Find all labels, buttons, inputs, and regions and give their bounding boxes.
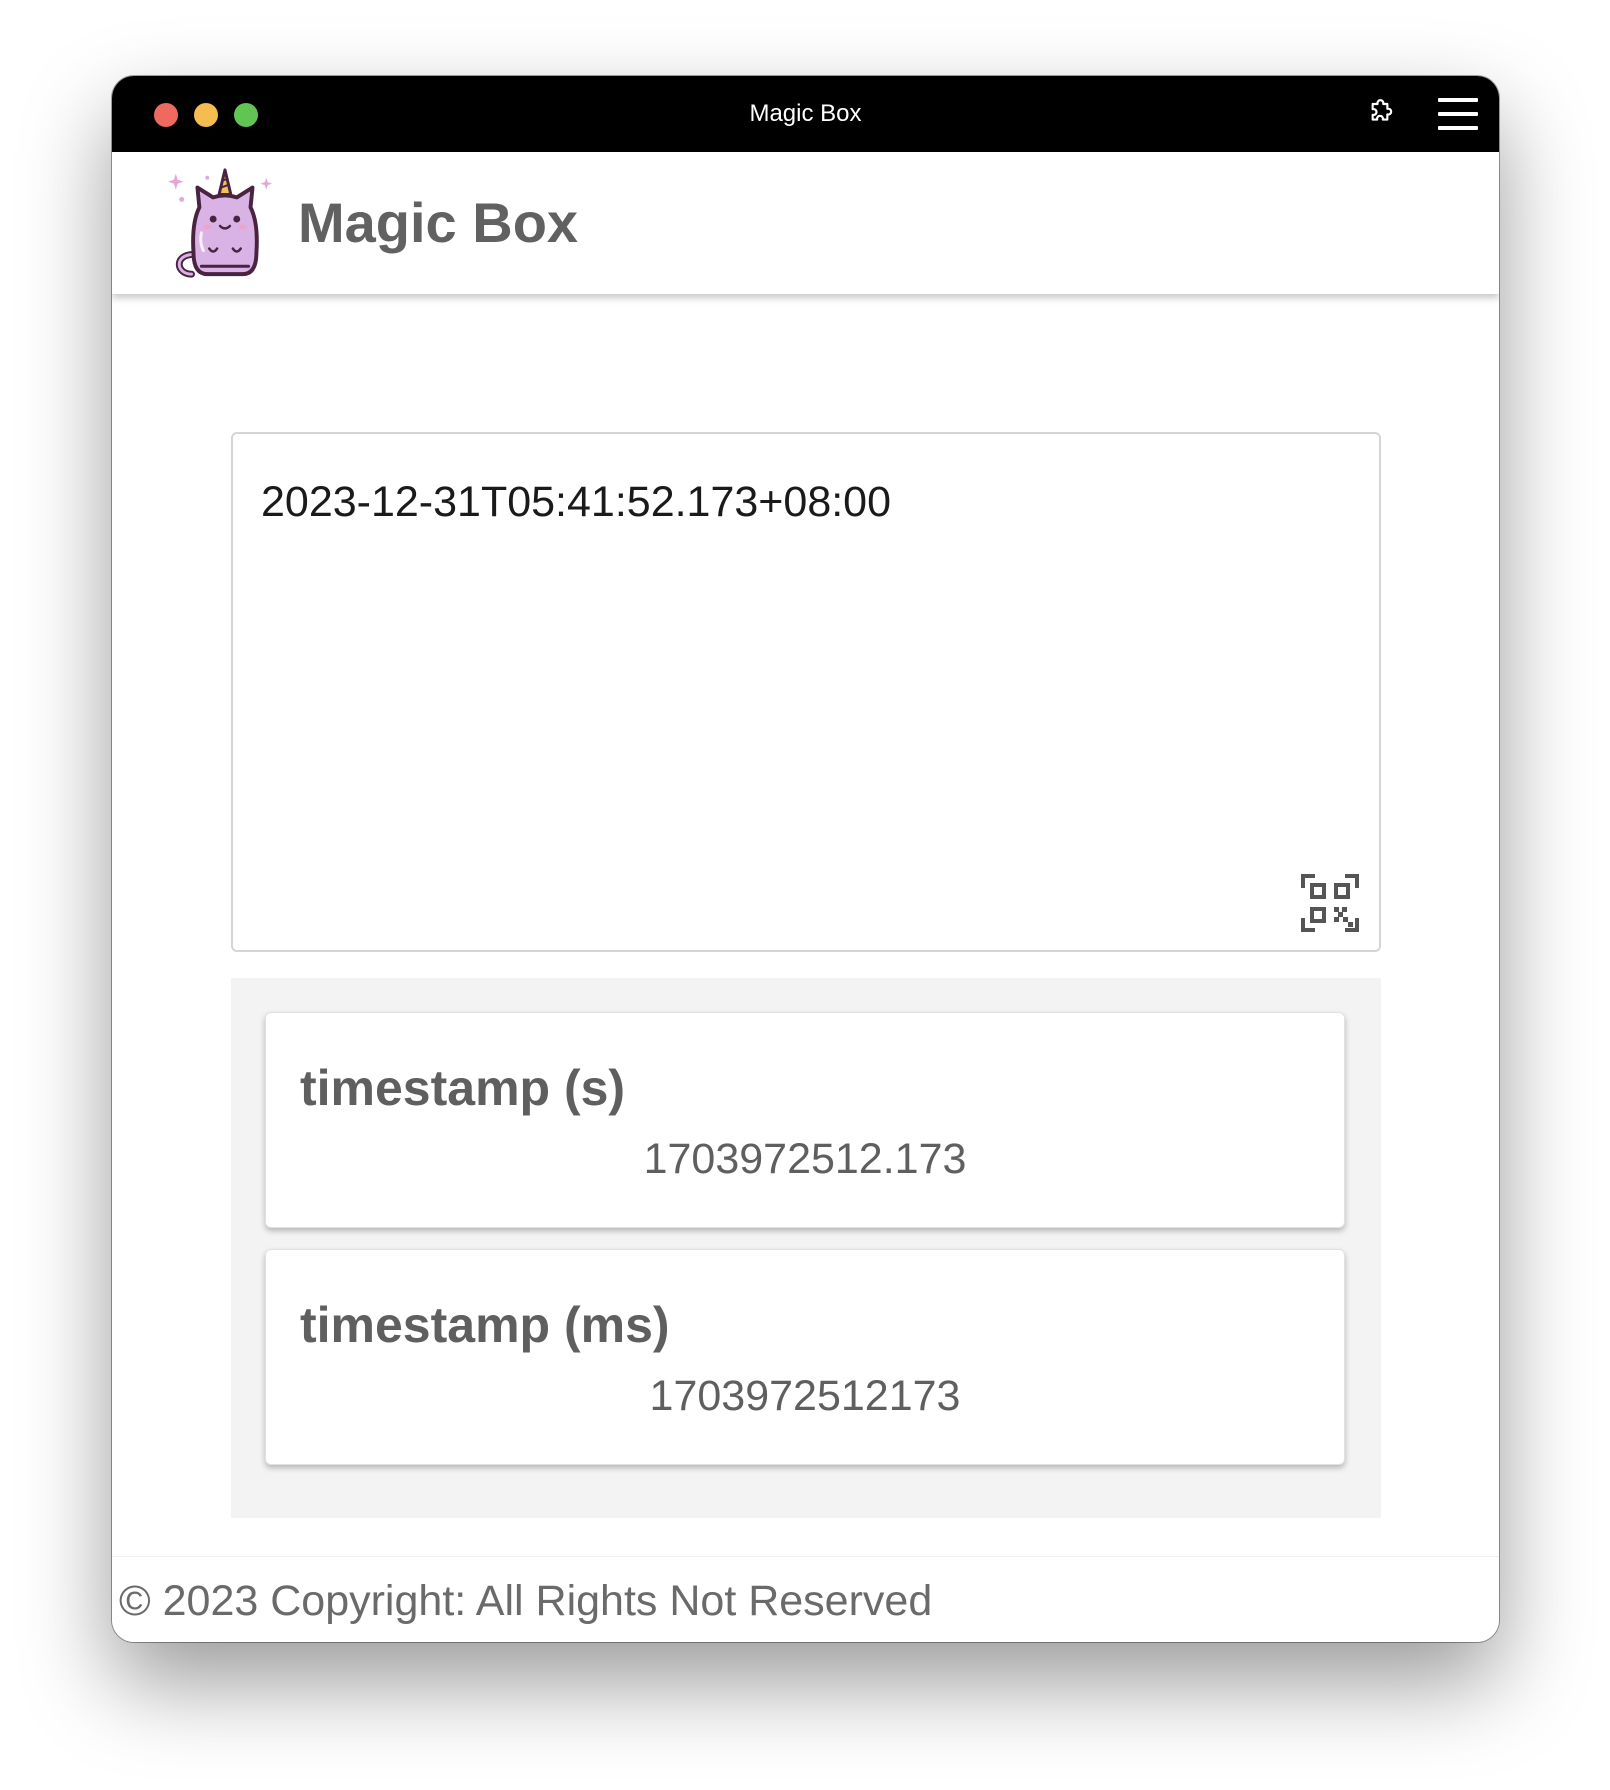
- app-header: Magic Box: [112, 152, 1499, 294]
- datetime-input[interactable]: 2023-12-31T05:41:52.173+08:00: [231, 432, 1381, 952]
- puzzle-piece-icon[interactable]: [1364, 98, 1396, 130]
- result-card-seconds[interactable]: timestamp (s) 1703972512.173: [265, 1012, 1345, 1228]
- footer: © 2023 Copyright: All Rights Not Reserve…: [112, 1556, 1499, 1642]
- hamburger-menu-icon[interactable]: [1438, 96, 1478, 132]
- result-card-milliseconds[interactable]: timestamp (ms) 1703972512173: [265, 1249, 1345, 1465]
- title-bar: Magic Box: [112, 76, 1499, 152]
- result-label: timestamp (ms): [300, 1297, 670, 1353]
- result-value[interactable]: 1703972512173: [266, 1372, 1344, 1421]
- copyright-text: © 2023 Copyright: All Rights Not Reserve…: [119, 1577, 933, 1625]
- results-panel: timestamp (s) 1703972512.173 timestamp (…: [231, 978, 1381, 1518]
- unicorn-cat-logo: [167, 168, 273, 278]
- main-content: 2023-12-31T05:41:52.173+08:00 timestamp …: [112, 294, 1499, 1556]
- result-value[interactable]: 1703972512.173: [266, 1135, 1344, 1184]
- window-title: Magic Box: [749, 100, 862, 127]
- qr-code-scan-icon[interactable]: [1301, 874, 1359, 932]
- result-label: timestamp (s): [300, 1060, 626, 1116]
- app-title: Magic Box: [298, 191, 579, 254]
- datetime-input-value[interactable]: 2023-12-31T05:41:52.173+08:00: [261, 478, 891, 527]
- app-window: Magic Box Magic Box 2023-12-31T05:41:52.…: [112, 76, 1499, 1642]
